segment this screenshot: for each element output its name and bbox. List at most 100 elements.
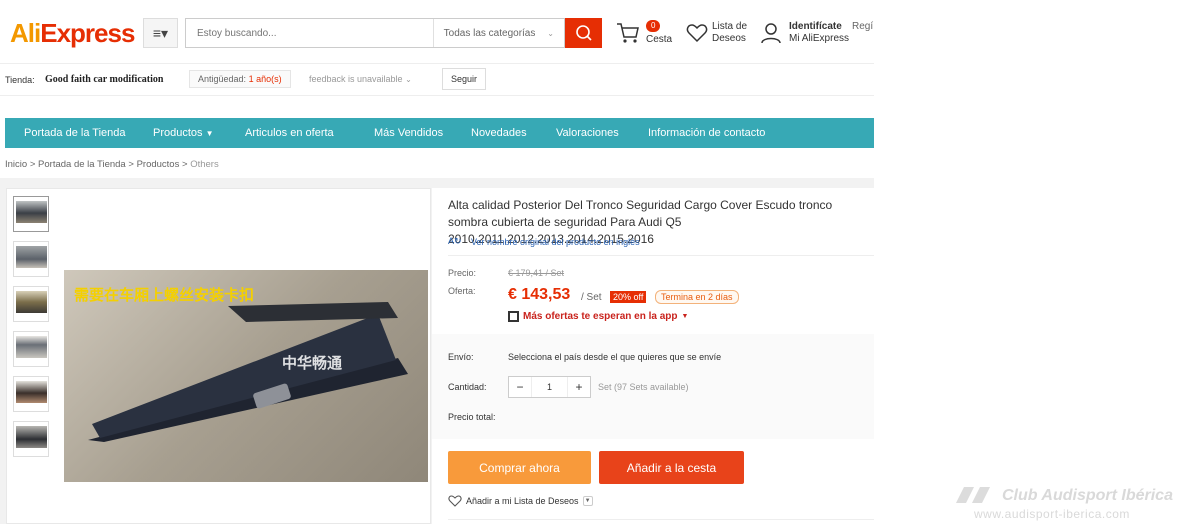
price-label: Precio: xyxy=(448,268,477,278)
product-thumbnail[interactable] xyxy=(13,286,49,322)
store-nav-bestsellers[interactable]: Más Vendidos xyxy=(374,127,443,139)
shipping-selector[interactable]: Selecciona el país desde el que quieres … xyxy=(508,352,721,362)
add-to-wishlist-link[interactable]: Añadir a mi Lista de Deseos ▼ xyxy=(448,495,593,507)
breadcrumb-separator: > xyxy=(181,159,188,170)
breadcrumb: Inicio > Portada de la Tienda > Producto… xyxy=(5,159,219,170)
quantity-label: Cantidad: xyxy=(448,382,487,392)
cart-count-badge: 0 xyxy=(646,20,661,32)
quantity-input[interactable]: 1 xyxy=(531,377,568,397)
store-nav-home[interactable]: Portada de la Tienda xyxy=(24,127,126,139)
search-icon xyxy=(575,25,592,41)
store-nav-contact[interactable]: Información de contacto xyxy=(648,127,765,139)
product-thumbnail[interactable] xyxy=(13,196,49,232)
categories-menu-button[interactable]: ≡▾ xyxy=(143,18,178,48)
product-thumbnail[interactable] xyxy=(13,331,49,367)
seniority-label: Antigüedad: xyxy=(198,74,247,84)
store-navigation: Portada de la Tienda Productos ▼ Articul… xyxy=(5,118,874,148)
wishlist-line1: Lista de xyxy=(712,21,748,32)
store-seniority-badge: Antigüedad: 1 año(s) xyxy=(189,70,291,88)
caret-down-icon: ▼ xyxy=(681,313,689,320)
add-to-cart-button[interactable]: Añadir a la cesta xyxy=(599,451,744,484)
chevron-down-icon[interactable]: ▼ xyxy=(582,496,593,506)
search-category-label: Todas las categorías xyxy=(443,27,536,39)
sign-in-label[interactable]: Identifícate xyxy=(789,21,842,32)
shipping-label: Envío: xyxy=(448,352,474,362)
buy-now-button[interactable]: Comprar ahora xyxy=(448,451,591,484)
site-header: AliExpress ≡▾ Todas las categorías ⌄ 0 C… xyxy=(0,0,874,64)
seniority-value: 1 año(s) xyxy=(248,74,282,84)
follow-store-button[interactable]: Seguir xyxy=(442,68,486,90)
thumbnail-image xyxy=(16,426,47,448)
add-to-wishlist-text: Añadir a mi Lista de Deseos xyxy=(466,496,579,506)
translate-icon: A↻ xyxy=(448,236,462,246)
menu-icon: ≡▾ xyxy=(152,24,169,41)
thumbnail-image xyxy=(16,381,47,403)
breadcrumb-separator: > xyxy=(29,159,36,170)
breadcrumb-home[interactable]: Inicio xyxy=(5,159,27,170)
wishlist-line2: Deseos xyxy=(712,33,746,44)
divider xyxy=(448,519,874,520)
image-watermark: 中华畅通 xyxy=(282,354,343,372)
cargo-cover-image xyxy=(88,302,408,442)
original-name-text: Ver nombre original del producto en ingl… xyxy=(471,237,640,247)
thumbnail-image xyxy=(16,246,47,268)
chevron-down-icon: ⌄ xyxy=(547,28,554,38)
store-nav-products-label: Productos xyxy=(153,127,203,139)
caret-down-icon: ▼ xyxy=(205,129,214,138)
thumbnail-image xyxy=(16,336,47,358)
breadcrumb-store-home[interactable]: Portada de la Tienda xyxy=(38,159,126,170)
total-price-label: Precio total: xyxy=(448,412,496,422)
product-thumbnail[interactable] xyxy=(13,421,49,457)
user-icon xyxy=(761,23,781,44)
offer-label: Oferta: xyxy=(448,286,476,296)
store-name[interactable]: Good faith car modification xyxy=(45,74,163,85)
divider xyxy=(448,255,874,256)
availability-text: Set (97 Sets available) xyxy=(598,382,689,392)
qr-code-icon xyxy=(508,311,519,322)
breadcrumb-products[interactable]: Productos xyxy=(137,159,180,170)
chevron-down-icon: ⌄ xyxy=(405,75,412,84)
heart-plus-icon xyxy=(448,495,462,507)
account-text: Identifícate Mi AliExpress xyxy=(789,21,849,45)
watermark-logo-icon xyxy=(956,487,990,503)
product-thumbnail[interactable] xyxy=(13,241,49,277)
store-nav-new[interactable]: Novedades xyxy=(471,127,527,139)
offer-ends-badge: Termina en 2 días xyxy=(655,290,739,304)
quantity-stepper: − 1 + xyxy=(508,376,591,398)
original-name-link[interactable]: A↻ Ver nombre original del producto en i… xyxy=(448,236,640,248)
watermark-url: www.audisport-iberica.com xyxy=(974,507,1130,521)
thumbnail-image xyxy=(16,291,47,313)
register-link[interactable]: Regí xyxy=(852,21,873,32)
store-nav-products[interactable]: Productos ▼ xyxy=(153,127,214,139)
breadcrumb-current: Others xyxy=(190,159,219,170)
thumbnail-image xyxy=(16,201,47,223)
my-aliexpress-label[interactable]: Mi AliExpress xyxy=(789,33,849,45)
store-nav-reviews[interactable]: Valoraciones xyxy=(556,127,619,139)
product-thumbnail[interactable] xyxy=(13,376,49,412)
breadcrumb-separator: > xyxy=(128,159,134,170)
quantity-decrease-button[interactable]: − xyxy=(509,377,531,397)
store-nav-deals[interactable]: Articulos en oferta xyxy=(245,127,334,139)
watermark-name: Club Audisport Ibérica xyxy=(1002,487,1173,504)
feedback-text: feedback is unavailable xyxy=(309,74,403,84)
image-overlay-text: 需要在车厢上螺丝安装卡扣 xyxy=(74,286,255,304)
heart-icon xyxy=(686,24,708,43)
cart-link[interactable]: 0 Cesta xyxy=(616,20,676,50)
feedback-dropdown[interactable]: feedback is unavailable ⌄ xyxy=(309,74,412,84)
quantity-increase-button[interactable]: + xyxy=(568,377,590,397)
app-offers-link[interactable]: Más ofertas te esperan en la app ▼ xyxy=(508,311,688,322)
discount-badge: 20% off xyxy=(610,291,647,303)
search-category-select[interactable]: Todas las categorías ⌄ xyxy=(432,19,564,47)
aliexpress-logo[interactable]: AliExpress xyxy=(10,19,135,47)
search-bar: Todas las categorías ⌄ xyxy=(185,18,565,48)
price-unit: / Set xyxy=(581,292,602,303)
store-label: Tienda: xyxy=(5,75,35,85)
store-info-bar: Tienda: Good faith car modification Anti… xyxy=(0,64,874,96)
search-button[interactable] xyxy=(565,18,602,48)
cart-label: Cesta xyxy=(646,34,673,45)
search-input[interactable] xyxy=(186,19,433,47)
price-offer: € 143,53 xyxy=(508,286,571,303)
product-main-image[interactable]: 需要在车厢上螺丝安装卡扣 中华畅通 xyxy=(64,270,428,482)
site-watermark: Club Audisport Ibérica www.audisport-ibe… xyxy=(952,485,1200,524)
cart-icon xyxy=(617,23,639,43)
